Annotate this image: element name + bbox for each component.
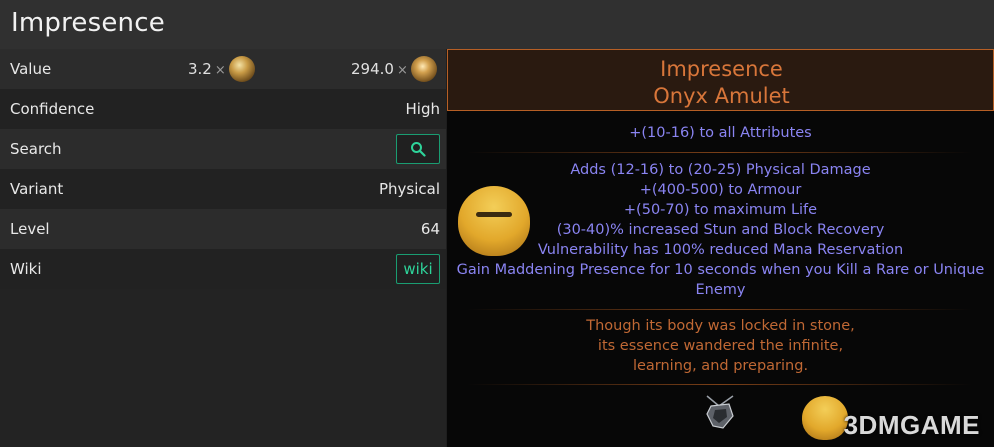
title-bar: Impresence: [0, 0, 994, 49]
level-label: Level: [10, 220, 50, 238]
value-amount-exalt: 3.2 ×: [188, 60, 226, 78]
window-title: Impresence: [11, 8, 165, 38]
explicit-mod: Vulnerability has 100% reduced Mana Rese…: [537, 242, 904, 258]
explicit-mod: +(400-500) to Armour: [639, 182, 802, 198]
divine-orb-icon: [411, 56, 437, 82]
search-label: Search: [10, 140, 62, 158]
search-icon: [411, 142, 426, 157]
search-button[interactable]: [396, 134, 440, 164]
explicit-mod: Enemy: [695, 282, 746, 298]
variant-row: Variant Physical: [0, 169, 446, 209]
flavour-text: its essence wandered the infinite,: [597, 338, 844, 354]
value-amount-divine: 294.0 ×: [351, 60, 408, 78]
search-row: Search: [0, 129, 446, 169]
confidence-row: Confidence High: [0, 89, 446, 129]
value-row: Value 3.2 × 294.0 ×: [0, 49, 446, 89]
item-name: Impresence: [660, 57, 783, 81]
tooltip-header: Impresence Onyx Amulet: [447, 49, 994, 111]
separator: [467, 309, 972, 310]
separator: [467, 152, 972, 153]
wiki-label: Wiki: [10, 260, 42, 278]
item-tooltip: Impresence Onyx Amulet +(10-16) to all A…: [447, 49, 994, 447]
level-row: Level 64: [0, 209, 446, 249]
mascot-logo-icon: [802, 396, 848, 440]
confidence-label: Confidence: [10, 100, 95, 118]
variant-value[interactable]: Physical: [379, 180, 440, 198]
explicit-mod: Adds (12-16) to (20-25) Physical Damage: [570, 162, 871, 178]
implicit-mod: +(10-16) to all Attributes: [629, 125, 812, 141]
explicit-mod: Gain Maddening Presence for 10 seconds w…: [456, 262, 985, 278]
value-label: Value: [10, 60, 52, 78]
separator: [467, 384, 972, 385]
watermark-text: 3DMGAME: [843, 410, 980, 440]
amulet-icon: [706, 395, 734, 429]
details-panel: Value 3.2 × 294.0 × Confidence High Search…: [0, 49, 446, 447]
exalted-orb-icon: [229, 56, 255, 82]
confidence-value: High: [405, 100, 440, 118]
flavour-text: Though its body was locked in stone,: [586, 318, 855, 334]
mascot-watermark-icon: [458, 186, 530, 256]
flavour-text: learning, and preparing.: [632, 358, 809, 374]
level-value: 64: [420, 220, 440, 238]
wiki-button[interactable]: wiki: [396, 254, 440, 284]
variant-label: Variant: [10, 180, 64, 198]
wiki-row: Wiki wiki: [0, 249, 446, 289]
item-base-type: Onyx Amulet: [653, 84, 790, 108]
empty-area: [0, 289, 446, 447]
